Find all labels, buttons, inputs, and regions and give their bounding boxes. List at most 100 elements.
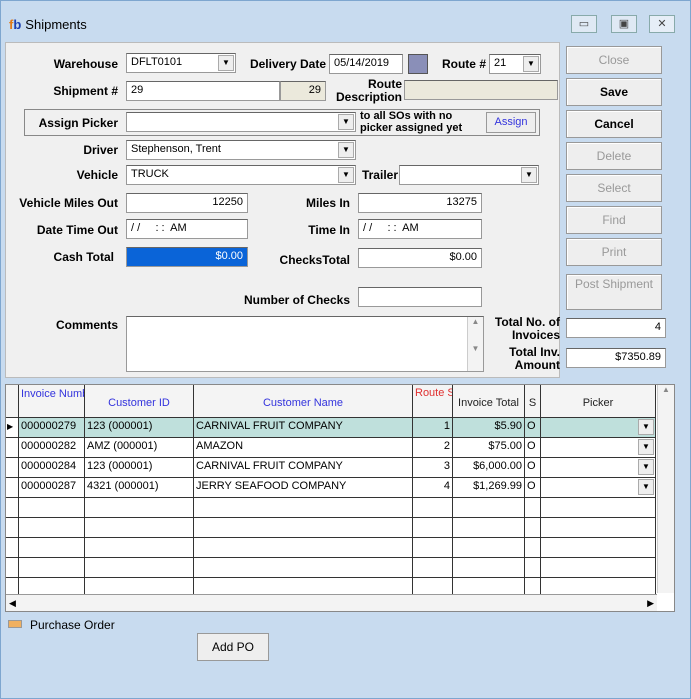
minimize-button[interactable]: ▭ — [571, 15, 597, 33]
vertical-scrollbar[interactable]: ▲ — [657, 385, 674, 593]
chevron-down-icon[interactable]: ▼ — [638, 459, 654, 475]
assign-picker-select[interactable]: ▼ — [126, 112, 356, 132]
empty-cell — [194, 518, 413, 538]
empty-cell — [453, 518, 525, 538]
trailer-select[interactable]: ▼ — [399, 165, 539, 185]
date-time-out-label: Date Time Out — [36, 223, 118, 237]
table-cell: AMAZON — [194, 438, 413, 458]
close-window-button[interactable]: ✕ — [649, 15, 675, 33]
cash-total-input[interactable]: $0.00 — [126, 247, 248, 267]
number-of-checks-input[interactable] — [358, 287, 482, 307]
miles-out-input[interactable]: 12250 — [126, 193, 248, 213]
driver-value: Stephenson, Trent — [131, 143, 221, 155]
save-button[interactable]: Save — [566, 78, 662, 106]
empty-cell — [85, 538, 194, 558]
column-header[interactable]: Customer Name — [194, 385, 413, 418]
column-header[interactable]: Picker — [541, 385, 656, 418]
shipment-input[interactable]: 29 — [126, 81, 280, 101]
maximize-button[interactable]: ▣ — [611, 15, 637, 33]
row-indicator[interactable] — [6, 458, 19, 478]
route-select[interactable]: 21 ▼ — [489, 54, 541, 74]
empty-cell[interactable] — [541, 558, 656, 578]
empty-cell[interactable] — [541, 518, 656, 538]
empty-cell — [413, 518, 453, 538]
chevron-down-icon: ▼ — [338, 114, 354, 130]
route-description-input[interactable] — [404, 80, 558, 100]
comments-textarea[interactable]: ▲ ▼ — [126, 316, 484, 372]
chevron-down-icon: ▼ — [521, 167, 537, 183]
empty-cell — [19, 498, 85, 518]
column-header[interactable]: Invoice Number — [19, 385, 85, 418]
empty-cell — [413, 558, 453, 578]
title-text: Shipments — [25, 17, 87, 32]
row-indicator-header — [6, 385, 19, 418]
chevron-down-icon[interactable]: ▼ — [638, 479, 654, 495]
row-indicator[interactable] — [6, 538, 19, 558]
empty-cell — [19, 518, 85, 538]
route-label: Route # — [441, 57, 486, 71]
horizontal-scrollbar[interactable]: ◀ ▶ — [6, 594, 657, 611]
empty-cell — [194, 538, 413, 558]
driver-select[interactable]: Stephenson, Trent ▼ — [126, 140, 356, 160]
date-time-out-input[interactable]: / / : : AM — [126, 219, 248, 239]
empty-cell — [413, 538, 453, 558]
empty-cell — [85, 498, 194, 518]
comments-scrollbar[interactable]: ▲ ▼ — [467, 317, 483, 371]
assign-button[interactable]: Assign — [486, 112, 536, 133]
table-cell: 4 — [413, 478, 453, 498]
calendar-icon[interactable] — [408, 54, 428, 74]
column-header[interactable]: Route Stop # — [413, 385, 453, 418]
delivery-date-input[interactable]: 05/14/2019 — [329, 54, 403, 74]
row-indicator[interactable] — [6, 498, 19, 518]
table-cell: O — [525, 438, 541, 458]
empty-cell — [525, 518, 541, 538]
delete-button[interactable]: Delete — [566, 142, 662, 170]
cancel-button[interactable]: Cancel — [566, 110, 662, 138]
route-value: 21 — [494, 57, 507, 69]
chevron-down-icon: ▼ — [338, 167, 354, 183]
table-cell[interactable]: ▼ — [541, 458, 656, 478]
row-indicator[interactable] — [6, 518, 19, 538]
column-header[interactable]: Customer ID — [85, 385, 194, 418]
delivery-date-label: Delivery Date — [249, 57, 326, 71]
table-cell: 000000282 — [19, 438, 85, 458]
table-cell[interactable]: ▼ — [541, 418, 656, 438]
warehouse-select[interactable]: DFLT0101 ▼ — [126, 53, 236, 73]
chevron-down-icon[interactable]: ▼ — [638, 439, 654, 455]
table-cell: 123 (000001) — [85, 418, 194, 438]
time-in-input[interactable]: / / : : AM — [358, 219, 482, 239]
add-po-button[interactable]: Add PO — [197, 633, 269, 661]
table-cell: 1 — [413, 418, 453, 438]
chevron-down-icon[interactable]: ▼ — [638, 419, 654, 435]
purchase-order-legend: Purchase Order — [30, 618, 115, 632]
vehicle-label: Vehicle — [76, 168, 118, 182]
checks-total-input[interactable]: $0.00 — [358, 248, 482, 268]
column-header[interactable]: S — [525, 385, 541, 418]
print-button[interactable]: Print — [566, 238, 662, 266]
table-cell: O — [525, 478, 541, 498]
post-shipment-button[interactable]: Post Shipment — [566, 274, 662, 310]
column-header[interactable]: Invoice Total — [453, 385, 525, 418]
find-button[interactable]: Find — [566, 206, 662, 234]
empty-cell[interactable] — [541, 498, 656, 518]
table-cell[interactable]: ▼ — [541, 478, 656, 498]
table-cell: 123 (000001) — [85, 458, 194, 478]
close-button[interactable]: Close — [566, 46, 662, 74]
table-cell[interactable]: ▼ — [541, 438, 656, 458]
chevron-down-icon: ▼ — [218, 55, 234, 71]
row-indicator[interactable]: ▶ — [6, 418, 19, 438]
empty-cell[interactable] — [541, 538, 656, 558]
shipment-id-readonly: 29 — [280, 81, 326, 101]
total-invoices-value: 4 — [566, 318, 666, 338]
table-cell: 2 — [413, 438, 453, 458]
table-cell: CARNIVAL FRUIT COMPANY — [194, 458, 413, 478]
vehicle-select[interactable]: TRUCK ▼ — [126, 165, 356, 185]
trailer-label: Trailer — [361, 168, 398, 182]
row-indicator[interactable] — [6, 558, 19, 578]
cash-total-label: Cash Total — [53, 250, 114, 264]
row-indicator[interactable] — [6, 438, 19, 458]
miles-in-input[interactable]: 13275 — [358, 193, 482, 213]
warehouse-value: DFLT0101 — [131, 56, 183, 68]
row-indicator[interactable] — [6, 478, 19, 498]
select-button[interactable]: Select — [566, 174, 662, 202]
